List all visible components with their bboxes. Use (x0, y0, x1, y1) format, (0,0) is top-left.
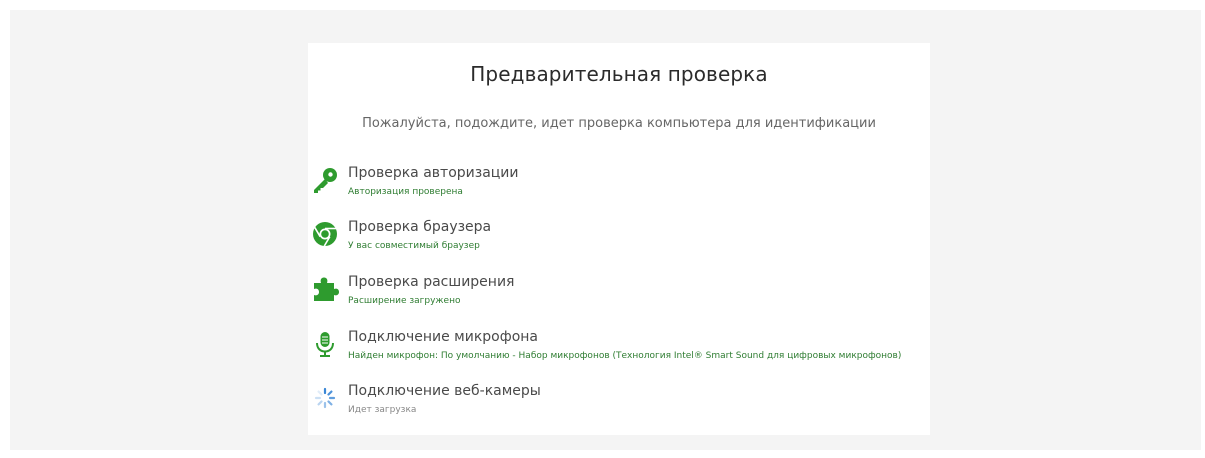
page-background: Предварительная проверка Пожалуйста, под… (10, 10, 1201, 450)
check-title: Подключение веб-камеры (348, 383, 541, 399)
puzzle-icon (310, 274, 340, 304)
key-icon (310, 165, 340, 195)
check-status: Найден микрофон: По умолчанию - Набор ми… (348, 351, 902, 361)
check-status: Авторизация проверена (348, 187, 463, 197)
chrome-icon (310, 219, 340, 249)
loading-spinner-icon (310, 383, 340, 413)
microphone-icon (310, 329, 340, 359)
check-status: Расширение загружено (348, 296, 461, 306)
check-title: Подключение микрофона (348, 329, 538, 345)
check-status: Идет загрузка (348, 405, 417, 415)
check-item-authorization: Проверка авторизации Авторизация провере… (308, 163, 930, 207)
check-item-webcam: Подключение веб-камеры Идет загрузка (308, 381, 930, 425)
check-item-microphone: Подключение микрофона Найден микрофон: П… (308, 327, 930, 371)
page-title: Предварительная проверка (470, 62, 768, 86)
check-title: Проверка браузера (348, 219, 492, 235)
precheck-card: Предварительная проверка Пожалуйста, под… (308, 43, 930, 435)
check-title: Проверка расширения (348, 274, 515, 290)
check-title: Проверка авторизации (348, 165, 519, 181)
check-item-extension: Проверка расширения Расширение загружено (308, 272, 930, 316)
check-status: У вас совместимый браузер (348, 241, 480, 251)
check-item-browser: Проверка браузера У вас совместимый брау… (308, 217, 930, 261)
page-subtitle: Пожалуйста, подождите, идет проверка ком… (362, 116, 876, 131)
